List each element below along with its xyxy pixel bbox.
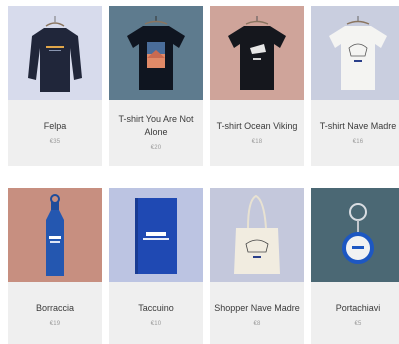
- product-card-taccuino[interactable]: Taccuino €10: [109, 188, 203, 344]
- product-price: €8: [253, 320, 261, 327]
- product-price: €18: [251, 138, 263, 145]
- product-name[interactable]: Shopper Nave Madre: [214, 302, 300, 315]
- keychain-icon: [311, 188, 399, 282]
- product-info: Shopper Nave Madre €8: [210, 282, 304, 344]
- product-image[interactable]: [210, 188, 304, 282]
- product-name[interactable]: Felpa: [44, 120, 67, 133]
- product-image[interactable]: [311, 188, 399, 282]
- product-name[interactable]: T-shirt Ocean Viking: [217, 120, 298, 133]
- product-image[interactable]: [8, 188, 102, 282]
- product-name[interactable]: Borraccia: [36, 302, 74, 315]
- notebook-icon: [109, 188, 203, 282]
- product-name[interactable]: T-shirt You Are Not Alone: [113, 113, 199, 139]
- product-image[interactable]: [210, 6, 304, 100]
- product-price: €16: [352, 138, 364, 145]
- product-price: €5: [354, 320, 362, 327]
- water-bottle-icon: [8, 188, 102, 282]
- product-price: €19: [49, 320, 61, 327]
- tshirt-icon: [311, 6, 399, 100]
- tote-bag-icon: [210, 188, 304, 282]
- product-image[interactable]: [8, 6, 102, 100]
- tshirt-icon: [210, 6, 304, 100]
- product-info: Portachiavi €5: [311, 282, 399, 344]
- product-image[interactable]: [109, 188, 203, 282]
- product-card-borraccia[interactable]: Borraccia €19: [8, 188, 102, 344]
- product-card-tshirt-ocean-viking[interactable]: T-shirt Ocean Viking €18: [210, 6, 304, 166]
- product-info: T-shirt Nave Madre €16: [311, 100, 399, 166]
- product-price: €10: [150, 320, 162, 327]
- product-info: Borraccia €19: [8, 282, 102, 344]
- product-image[interactable]: [109, 6, 203, 100]
- product-card-tshirt-you-are-not-alone[interactable]: T-shirt You Are Not Alone €20: [109, 6, 203, 166]
- product-price: €20: [150, 145, 162, 151]
- product-name[interactable]: Portachiavi: [336, 302, 381, 315]
- product-price: €35: [49, 138, 61, 145]
- product-card-shopper-nave-madre[interactable]: Shopper Nave Madre €8: [210, 188, 304, 344]
- product-info: Felpa €35: [8, 100, 102, 166]
- product-card-tshirt-nave-madre[interactable]: T-shirt Nave Madre €16: [311, 6, 399, 166]
- product-info: Taccuino €10: [109, 282, 203, 344]
- product-grid: Felpa €35 T-shirt You Are Not Alone €20: [8, 6, 399, 344]
- product-info: T-shirt Ocean Viking €18: [210, 100, 304, 166]
- product-image[interactable]: [311, 6, 399, 100]
- sweatshirt-icon: [8, 6, 102, 100]
- product-name[interactable]: Taccuino: [138, 302, 174, 315]
- product-card-portachiavi[interactable]: Portachiavi €5: [311, 188, 399, 344]
- product-card-felpa[interactable]: Felpa €35: [8, 6, 102, 166]
- tshirt-icon: [109, 6, 203, 100]
- product-name[interactable]: T-shirt Nave Madre: [320, 120, 397, 133]
- product-info: T-shirt You Are Not Alone €20: [109, 100, 203, 166]
